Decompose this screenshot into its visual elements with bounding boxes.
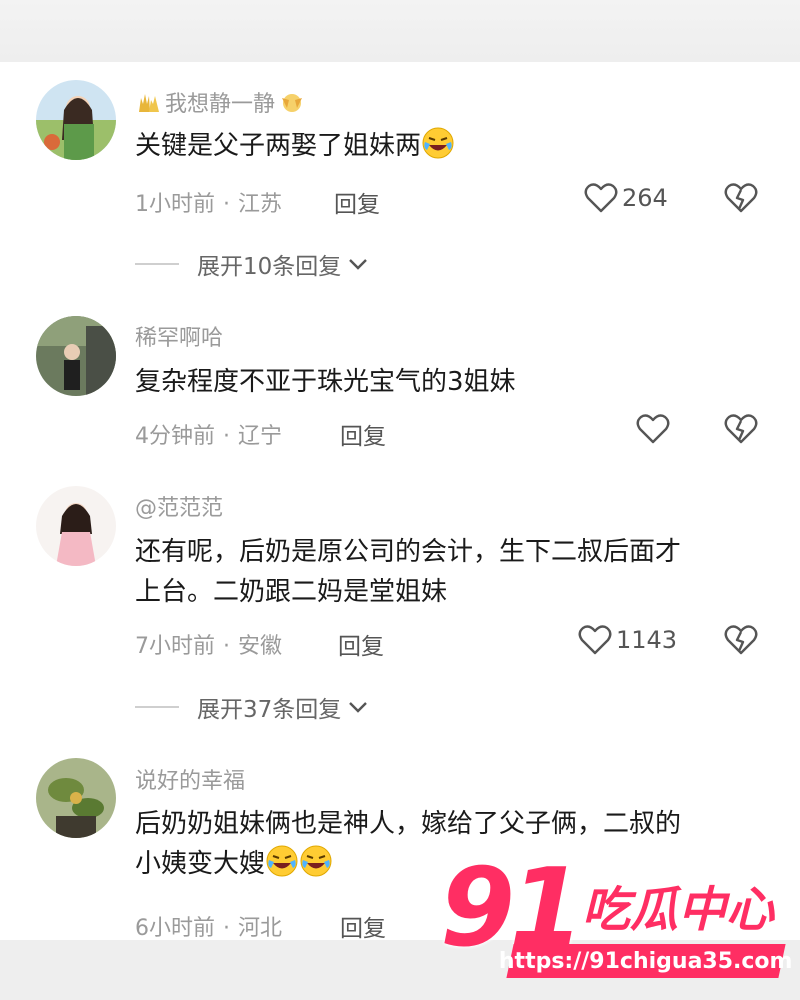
comment-content: 还有呢，后奶是原公司的会计，生下二叔后面才 上台。二奶跟二妈是堂姐妹 — [135, 532, 765, 612]
separator: · — [223, 192, 230, 217]
username[interactable]: 说好的幸福 — [135, 763, 245, 795]
reply-button[interactable]: 回复 — [334, 185, 380, 219]
hands-over-face-icon — [282, 94, 303, 112]
reply-button[interactable]: 回复 — [340, 417, 386, 451]
hands-up-icon — [139, 94, 159, 112]
avatar[interactable] — [36, 80, 116, 160]
comment-meta: 7小时前 · 安徽 — [135, 628, 282, 660]
avatar[interactable] — [36, 316, 116, 396]
divider — [135, 263, 179, 265]
chevron-down-icon — [349, 702, 368, 713]
comment-meta: 4分钟前 · 辽宁 — [135, 418, 282, 450]
timestamp: 1小时前 — [135, 192, 215, 217]
broken-heart-icon[interactable] — [724, 624, 758, 656]
comment-content: 复杂程度不亚于珠光宝气的3姐妹 — [135, 362, 765, 402]
broken-heart-icon[interactable] — [724, 182, 758, 214]
avatar[interactable] — [36, 486, 116, 566]
timestamp: 7小时前 — [135, 634, 215, 659]
username[interactable]: 我想静一静 — [135, 86, 305, 118]
comment-text-line: 后奶奶姐妹俩也是神人，嫁给了父子俩，二叔的 — [135, 809, 682, 839]
timestamp: 6小时前 — [135, 916, 215, 941]
top-bar — [0, 0, 800, 62]
reply-button[interactable]: 回复 — [338, 627, 384, 661]
comment-meta: 6小时前 · 河北 — [135, 910, 282, 942]
laughing-crying-emoji — [422, 127, 454, 159]
like-button[interactable]: 1143 — [578, 624, 677, 656]
separator: · — [223, 424, 230, 449]
avatar[interactable] — [36, 758, 116, 838]
broken-heart-icon[interactable] — [724, 413, 758, 445]
comment-text-line: 上台。二奶跟二妈是堂姐妹 — [135, 577, 448, 607]
location: 江苏 — [238, 192, 283, 217]
expand-replies-button[interactable]: 展开10条回复 — [135, 247, 369, 281]
separator: · — [223, 634, 230, 659]
laughing-crying-emoji — [266, 845, 298, 877]
watermark-name: 吃瓜中心 — [582, 882, 775, 938]
watermark-url: https://91chigua35.com — [499, 944, 793, 978]
location: 辽宁 — [238, 424, 283, 449]
location: 河北 — [238, 916, 283, 941]
reply-button[interactable]: 回复 — [340, 909, 386, 943]
separator: · — [223, 916, 230, 941]
comment-text: 关键是父子两娶了姐妹两 — [135, 131, 422, 161]
like-button[interactable]: 264 — [584, 182, 668, 214]
heart-outline-icon — [578, 625, 612, 655]
divider — [135, 706, 179, 708]
like-button[interactable] — [636, 413, 670, 445]
heart-outline-icon — [636, 414, 670, 444]
location: 安徽 — [238, 634, 283, 659]
watermark: 91 吃瓜中心 https://91chigua35.com — [440, 846, 793, 990]
username-text: 我想静一静 — [165, 92, 276, 117]
username[interactable]: @范范范 — [135, 490, 223, 522]
expand-replies-label: 展开10条回复 — [197, 254, 342, 280]
comment-content: 关键是父子两娶了姐妹两 — [135, 126, 765, 166]
comment-text-line: 还有呢，后奶是原公司的会计，生下二叔后面才 — [135, 537, 682, 567]
heart-outline-icon — [584, 183, 618, 213]
like-count: 1143 — [616, 626, 678, 654]
username[interactable]: 稀罕啊哈 — [135, 320, 223, 352]
chevron-down-icon — [349, 259, 368, 270]
comment-text: 复杂程度不亚于珠光宝气的3姐妹 — [135, 367, 516, 397]
comment-text-line: 小姨变大嫂 — [135, 849, 266, 879]
expand-replies-button[interactable]: 展开37条回复 — [135, 690, 369, 724]
timestamp: 4分钟前 — [135, 424, 215, 449]
expand-replies-label: 展开37条回复 — [197, 697, 342, 723]
watermark-url-text: https://91chigua35.com — [499, 948, 793, 974]
comment-meta: 1小时前 · 江苏 — [135, 186, 282, 218]
like-count: 264 — [622, 184, 668, 212]
laughing-crying-emoji — [300, 845, 332, 877]
